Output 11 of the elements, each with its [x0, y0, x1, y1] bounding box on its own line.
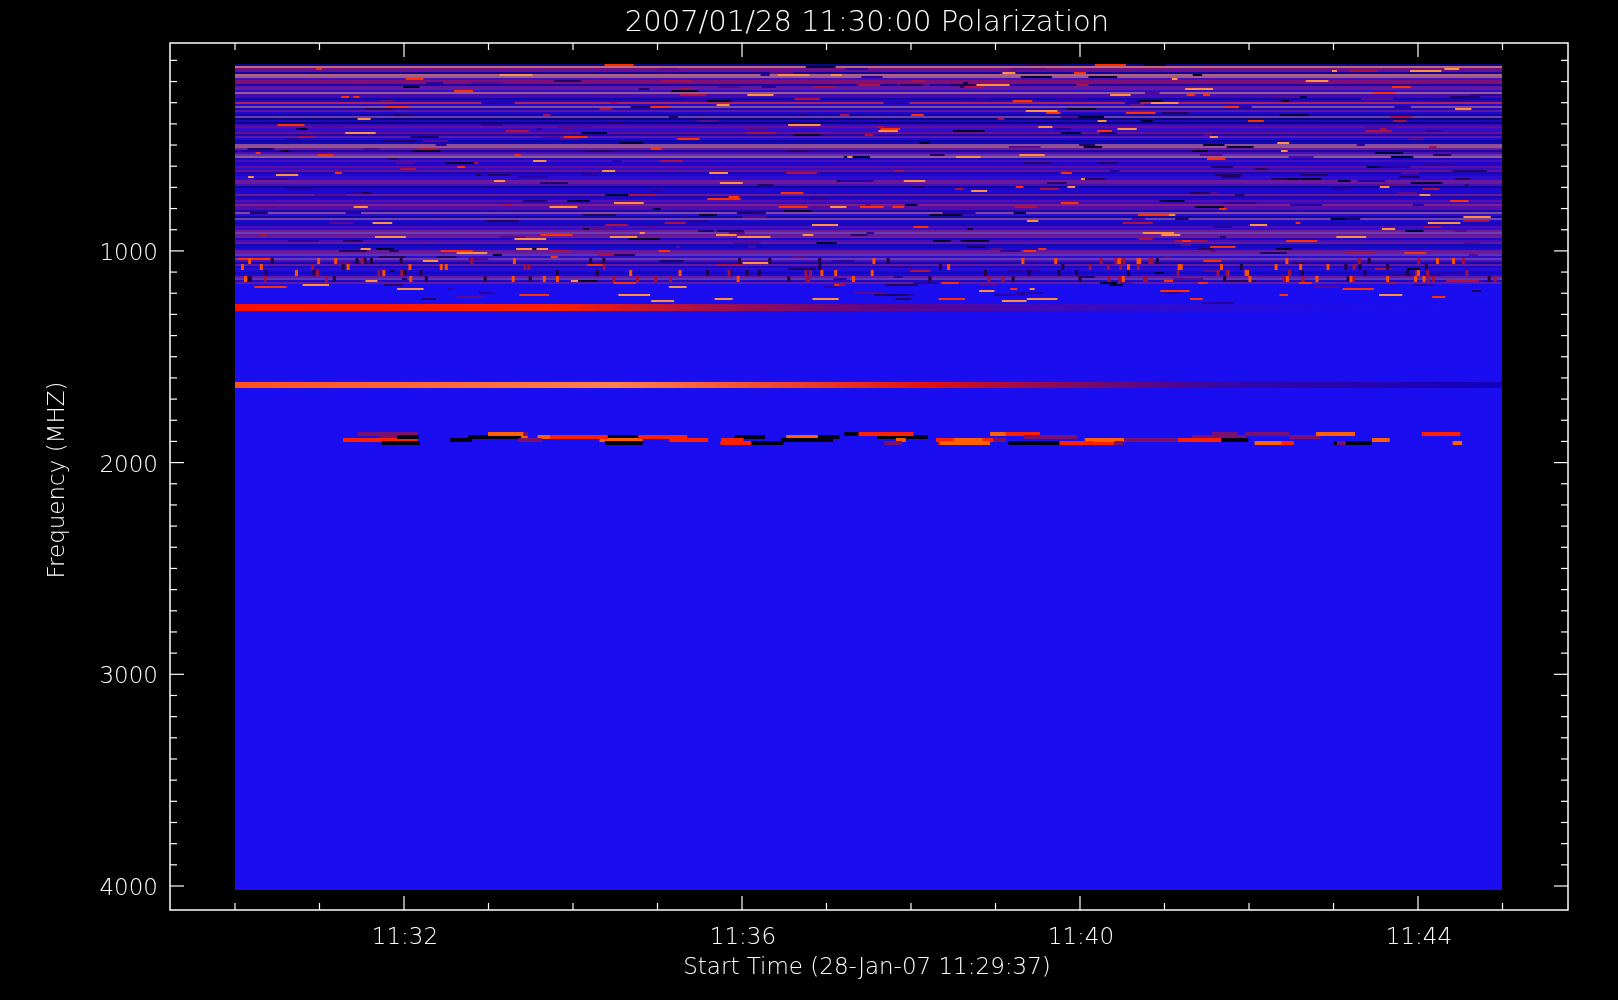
- tick-label: 3000: [99, 662, 158, 689]
- chart-title: 2007/01/28 11:30:00 Polarization: [624, 4, 1110, 38]
- tick-label: 1000: [99, 239, 158, 265]
- axis-label: Start Time (28-Jan-07 11:29:37): [683, 953, 1051, 979]
- tick-label: 2000: [99, 450, 158, 477]
- tick-label: 11:32: [371, 923, 439, 949]
- axis-label: Frequency (MHZ): [43, 381, 69, 579]
- tick-label: 11:44: [1385, 923, 1453, 949]
- tick-label: 4000: [99, 874, 158, 901]
- tick-label: 11:40: [1047, 923, 1115, 949]
- tick-label: 11:36: [709, 923, 777, 949]
